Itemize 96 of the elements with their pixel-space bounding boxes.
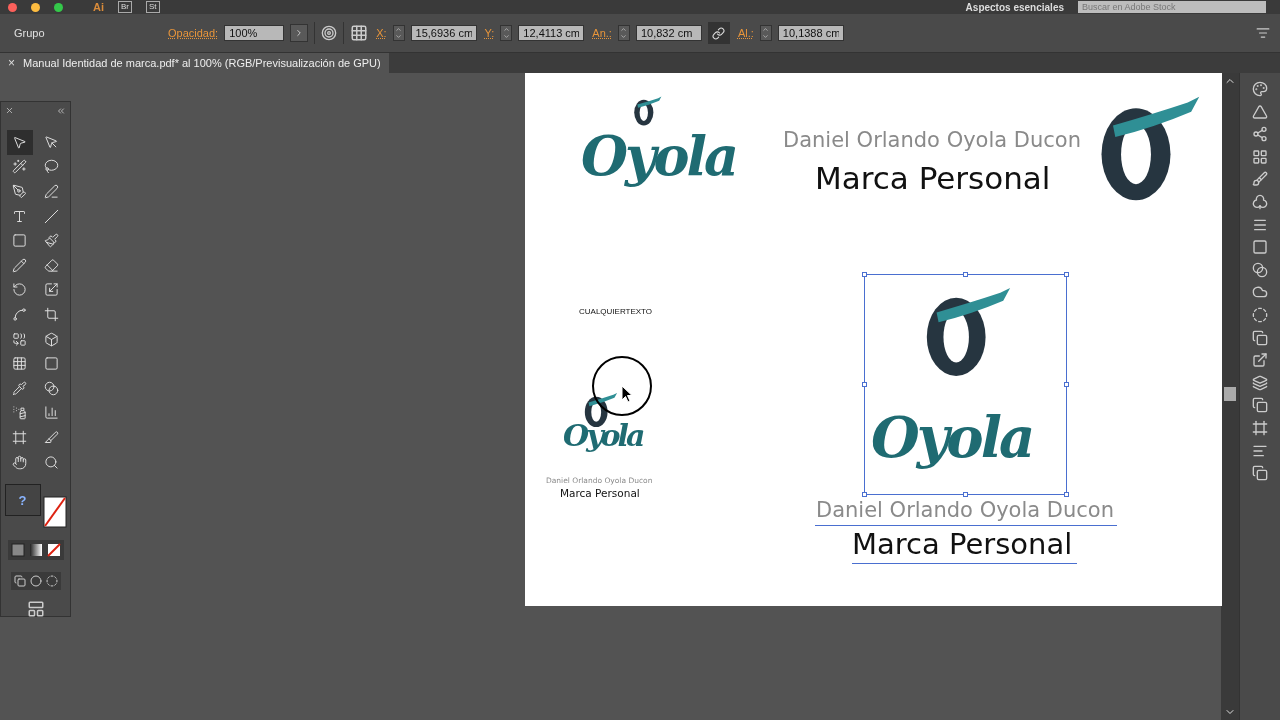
eraser-icon — [44, 257, 59, 273]
workspace-switcher[interactable]: Aspectos esenciales — [965, 1, 1064, 13]
selection-handle[interactable] — [1064, 382, 1069, 387]
pen-icon — [12, 184, 27, 199]
artboard-icon — [12, 429, 27, 445]
graph-icon — [44, 405, 59, 421]
document-tab[interactable]: × Manual Identidad de marca.pdf* al 100% (RGB/Previsualización de GPU) — [0, 53, 389, 73]
lasso-icon — [44, 159, 59, 175]
export-icon[interactable] — [1252, 352, 1268, 369]
pen-letter-logo — [631, 95, 663, 127]
screen-mode-icon[interactable] — [26, 600, 45, 619]
tagline: Marca Personal — [560, 488, 640, 500]
draw-inside-icon[interactable] — [45, 575, 58, 588]
line-icon — [44, 208, 59, 224]
wand-icon — [12, 159, 27, 175]
layers-icon[interactable] — [1252, 374, 1268, 391]
club-icon[interactable] — [1252, 193, 1268, 210]
opacity-field[interactable]: 100% — [224, 25, 285, 41]
expand-button[interactable] — [290, 24, 309, 42]
brand-logo: Oyola — [563, 421, 643, 451]
selection-handle[interactable] — [963, 492, 968, 497]
close-icon[interactable] — [5, 106, 14, 115]
panel-menu-icon[interactable] — [1256, 26, 1270, 40]
draw-behind-icon[interactable] — [29, 575, 42, 588]
coordinate-label[interactable]: X: — [376, 27, 387, 39]
triangle-icon[interactable] — [1252, 103, 1268, 120]
spinner-button[interactable] — [392, 25, 405, 41]
minimize-window-button[interactable] — [31, 2, 40, 12]
rotate-icon — [12, 282, 27, 298]
spray-icon — [12, 405, 27, 421]
grid-icon[interactable] — [1252, 148, 1268, 165]
mesh-icon — [12, 356, 27, 372]
document-title: Manual Identidad de marca.pdf* al 100% (RGB/Previsualización de GPU) — [23, 57, 381, 69]
circles-icon[interactable] — [1252, 261, 1268, 278]
coordinate-field[interactable]: 10,1388 cm — [777, 25, 844, 41]
spinner-button[interactable] — [617, 25, 630, 41]
collapse-icon[interactable] — [56, 106, 66, 116]
dashed-circle-icon[interactable] — [1252, 306, 1268, 323]
link-button[interactable] — [707, 22, 730, 44]
color-mode-icon[interactable] — [10, 543, 25, 558]
app-button[interactable]: St — [146, 1, 160, 13]
palette-icon[interactable] — [1252, 81, 1268, 97]
none-mode-icon[interactable] — [46, 543, 61, 558]
stroke-swatch[interactable] — [42, 496, 67, 529]
type-icon — [12, 208, 27, 224]
reference-point-icon[interactable] — [350, 24, 369, 42]
link-icon — [712, 26, 726, 40]
cursor-icon — [621, 385, 633, 403]
rectangle-icon — [12, 233, 27, 249]
frame-icon[interactable] — [1252, 419, 1268, 436]
tagline: Marca Personal — [852, 529, 1073, 561]
selection-handle[interactable] — [1064, 272, 1069, 277]
coordinate-field[interactable]: 15,6936 cm — [410, 25, 477, 41]
scroll-thumb[interactable] — [1224, 387, 1236, 401]
coordinate-label[interactable]: Al.: — [737, 27, 754, 39]
tagline: Marca Personal — [815, 161, 1051, 196]
vertical-scrollbar[interactable] — [1221, 73, 1239, 720]
zoom-icon — [44, 454, 59, 470]
selection-handle[interactable] — [1064, 492, 1069, 497]
selection-handle[interactable] — [862, 492, 867, 497]
zoom-window-button[interactable] — [54, 2, 63, 12]
hand-icon — [12, 454, 27, 470]
caption: CUALQUIERTEXTO — [579, 307, 653, 316]
draw-mode-icon[interactable] — [13, 575, 26, 588]
app-logo: Ai — [93, 1, 104, 13]
brush-icon[interactable] — [1252, 171, 1268, 188]
opacity-label[interactable]: Opacidad: — [168, 27, 219, 39]
direct-icon — [44, 134, 59, 150]
gradient-mode-icon[interactable] — [28, 543, 43, 558]
coordinate-field[interactable]: 12,4113 cm — [518, 25, 585, 41]
fill-swatch[interactable]: ? — [4, 484, 41, 517]
selection-type: Grupo — [14, 27, 46, 39]
coordinate-label[interactable]: Y: — [484, 27, 495, 39]
spinner-button[interactable] — [500, 25, 513, 41]
eyedropper-icon — [12, 380, 27, 396]
coordinate-label[interactable]: An.: — [592, 27, 612, 39]
tool-button[interactable] — [6, 130, 33, 155]
share-icon[interactable] — [1252, 126, 1268, 143]
search-field[interactable]: Buscar en Adobe Stock — [1078, 1, 1266, 13]
close-window-button[interactable] — [8, 2, 17, 12]
selection-icon — [12, 134, 27, 150]
slice-icon — [44, 429, 59, 445]
selection-handle[interactable] — [862, 272, 867, 277]
selection-handle[interactable] — [963, 272, 968, 277]
person-name: Daniel Orlando Oyola Ducon — [783, 129, 1081, 153]
blend-icon — [44, 380, 59, 396]
person-name: Daniel Orlando Oyola Ducon — [816, 499, 1114, 523]
brush-icon — [44, 233, 59, 249]
close-tab-button[interactable]: × — [8, 56, 15, 70]
squares-icon[interactable] — [1252, 329, 1268, 346]
app-button[interactable]: Br — [118, 1, 132, 13]
scale-icon — [44, 282, 59, 298]
spinner-button[interactable] — [759, 25, 772, 41]
coordinate-field[interactable]: 10,832 cm — [635, 25, 702, 41]
selection-box[interactable] — [864, 274, 1067, 495]
selection-handle[interactable] — [862, 382, 867, 387]
